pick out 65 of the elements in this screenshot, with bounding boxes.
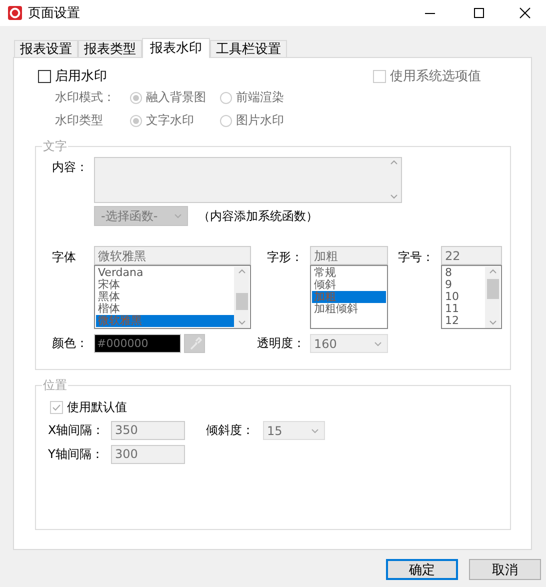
group-title: 文字 (42, 139, 68, 153)
eyedropper-button[interactable] (184, 334, 205, 353)
tab[interactable]: 报表设置 (14, 40, 78, 57)
field-label: 字形： (266, 249, 304, 266)
tilt-dropdown[interactable]: 15 (263, 421, 325, 440)
window-title: 页面设置 (28, 5, 80, 22)
close-icon (519, 7, 531, 19)
radio-button[interactable] (220, 114, 232, 126)
tab[interactable]: 报表类型 (78, 40, 142, 57)
checkbox-label: 启用水印 (55, 68, 107, 85)
content-field[interactable] (94, 157, 402, 203)
list-item[interactable]: 楷体 (96, 303, 234, 315)
checkbox-label: 使用系统选项值 (390, 68, 481, 85)
field-label: X轴间隔： (48, 422, 106, 439)
field-label: Y轴间隔： (48, 446, 104, 463)
list-item[interactable]: 12 (443, 315, 485, 327)
list-item[interactable]: 9 (443, 279, 485, 291)
group-title: 位置 (42, 378, 68, 392)
number-field[interactable]: 350 (111, 421, 185, 440)
radio-button[interactable] (130, 92, 142, 104)
caret-icon (173, 211, 183, 221)
field-label: 水印模式： (55, 89, 116, 106)
radio-label: 文字水印 (146, 112, 194, 129)
list-box[interactable]: 8 9 10 11 12 (441, 265, 502, 329)
color-field[interactable]: #000000 (94, 334, 181, 353)
maximize-icon (473, 7, 485, 19)
field-label: 字体 (51, 249, 77, 266)
value-field[interactable]: 微软雅黑 (94, 246, 251, 265)
radio-label: 前端渲染 (236, 89, 284, 106)
radio-label: 融入背景图 (146, 89, 206, 106)
checkbox-label: 使用默认值 (67, 399, 127, 416)
eyedropper-icon (188, 336, 202, 350)
field-label: 透明度： (256, 335, 306, 352)
radio-button[interactable] (220, 92, 232, 104)
scroll-bar[interactable] (234, 267, 249, 328)
list-item[interactable]: 倾斜 (312, 279, 386, 291)
field-label: 颜色： (51, 335, 89, 352)
scroll-bar[interactable] (485, 267, 500, 328)
hint-text: （内容添加系统函数） (198, 208, 318, 224)
radio-label: 图片水印 (236, 112, 284, 129)
field-label: 字号： (397, 249, 435, 266)
list-item[interactable]: 11 (443, 303, 485, 315)
ok-button[interactable]: 确定 (386, 559, 458, 580)
opacity-dropdown[interactable]: 160 (310, 334, 388, 353)
tab[interactable]: 报表水印 (142, 38, 210, 58)
radio-button[interactable] (130, 114, 142, 126)
list-item[interactable]: Verdana (96, 267, 234, 279)
number-field[interactable]: 300 (111, 445, 185, 464)
cancel-button[interactable]: 取消 (469, 559, 541, 580)
field-label: 内容： (51, 159, 89, 176)
field-label: 倾斜度： (206, 422, 255, 439)
value-field[interactable]: 22 (441, 246, 502, 265)
list-item[interactable]: 10 (443, 291, 485, 303)
list-item[interactable]: 宋体 (96, 279, 234, 291)
value-field[interactable]: 加粗 (310, 246, 388, 265)
list-item[interactable]: 8 (443, 267, 485, 279)
list-box[interactable]: Verdana 宋体 黑体 楷体 微软雅黑 (94, 265, 251, 329)
tab[interactable]: 工具栏设置 (210, 40, 287, 57)
app-icon (8, 6, 22, 20)
list-box[interactable]: 常规 倾斜 加粗 加粗倾斜 (310, 265, 388, 329)
checkbox[interactable] (38, 70, 51, 82)
list-item[interactable]: 常规 (312, 267, 386, 279)
field-label: 水印类型 (55, 112, 104, 129)
list-item[interactable]: 黑体 (96, 291, 234, 303)
list-item[interactable]: 加粗倾斜 (312, 303, 386, 315)
